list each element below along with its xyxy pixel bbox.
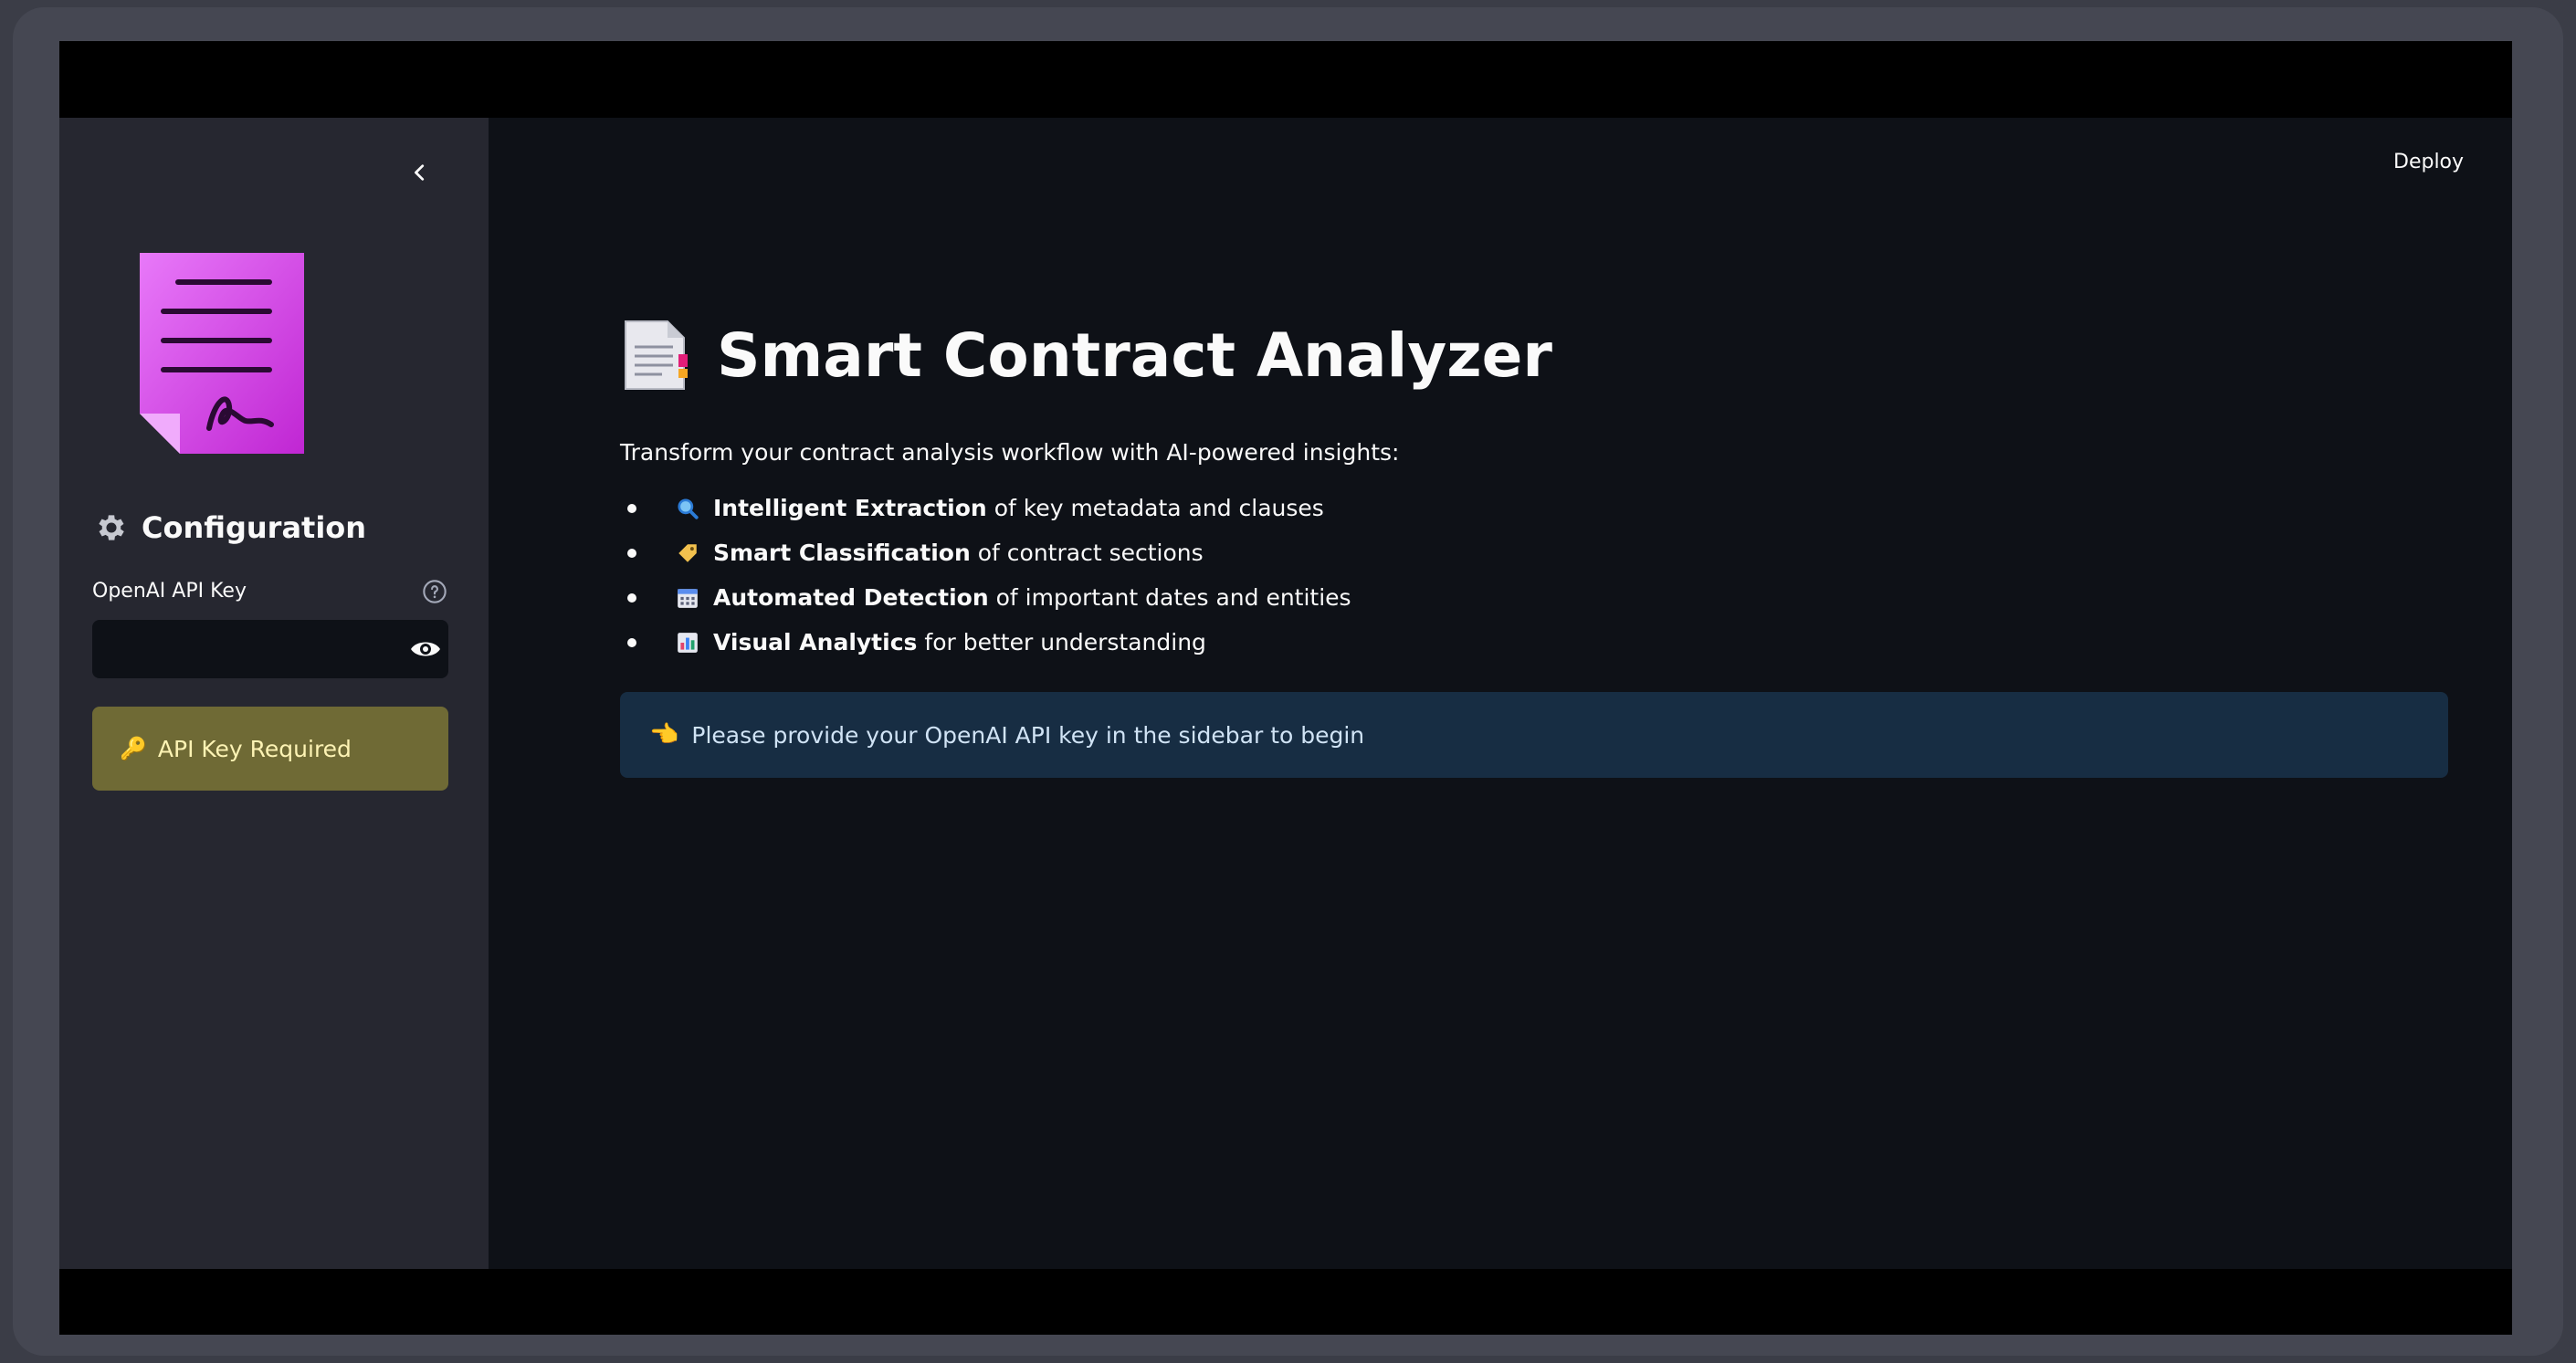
title-row: Smart Contract Analyzer: [620, 309, 2448, 401]
eye-icon: [411, 642, 440, 656]
collapse-sidebar-button[interactable]: [400, 152, 440, 193]
feature-desc: for better understanding: [924, 629, 1206, 655]
configuration-heading: Configuration: [94, 510, 366, 545]
info-text: Please provide your OpenAI API key in th…: [691, 721, 1365, 749]
api-key-label: OpenAI API Key: [92, 580, 247, 603]
app-window: Configuration OpenAI API Key 🔑 API Key R…: [59, 118, 2512, 1269]
feature-title: Automated Detection: [713, 584, 989, 611]
magnifier-icon: [675, 496, 700, 521]
chart-icon: [675, 630, 700, 655]
page-title: Smart Contract Analyzer: [717, 320, 1552, 391]
help-icon[interactable]: [422, 579, 447, 604]
intro-text: Transform your contract analysis workflo…: [620, 439, 1400, 466]
list-item: Automated Detection of important dates a…: [620, 575, 2448, 620]
bullet: [627, 548, 636, 558]
chevron-left-icon: [415, 164, 425, 181]
feature-list: Intelligent Extraction of key metadata a…: [620, 486, 2448, 665]
contract-document-logo-icon: [140, 253, 304, 454]
bullet: [627, 503, 636, 513]
bullet: [627, 592, 636, 603]
api-key-field: [92, 620, 448, 678]
sidebar: Configuration OpenAI API Key 🔑 API Key R…: [59, 118, 489, 1269]
feature-desc: of contract sections: [977, 540, 1204, 566]
page-facing-up-icon: [625, 320, 688, 390]
bottom-black-bar: [59, 1269, 2512, 1335]
feature-desc: of key metadata and clauses: [994, 495, 1324, 521]
list-item: Smart Classification of contract section…: [620, 530, 2448, 575]
feature-title: Intelligent Extraction: [713, 495, 987, 521]
pointing-hand-icon: 👈: [649, 721, 679, 749]
deploy-button[interactable]: Deploy: [2393, 151, 2464, 173]
tag-icon: [675, 540, 700, 566]
feature-title: Visual Analytics: [713, 629, 918, 655]
api-key-input[interactable]: [92, 620, 403, 678]
bullet: [627, 637, 636, 647]
gear-icon: [99, 515, 124, 540]
list-item: Intelligent Extraction of key metadata a…: [620, 486, 2448, 530]
key-icon: 🔑: [120, 736, 147, 761]
main-content: Smart Contract Analyzer Transform your c…: [620, 309, 2448, 778]
list-item: Visual Analytics for better understandin…: [620, 620, 2448, 665]
calendar-icon: [675, 585, 700, 611]
configuration-title: Configuration: [142, 510, 367, 545]
feature-title: Smart Classification: [713, 540, 971, 566]
api-key-warning: 🔑 API Key Required: [92, 707, 448, 791]
top-black-bar: [59, 41, 2512, 118]
show-password-button[interactable]: [403, 620, 448, 678]
feature-desc: of important dates and entities: [995, 584, 1351, 611]
warning-text: API Key Required: [157, 735, 352, 762]
info-alert: 👈 Please provide your OpenAI API key in …: [620, 692, 2448, 778]
